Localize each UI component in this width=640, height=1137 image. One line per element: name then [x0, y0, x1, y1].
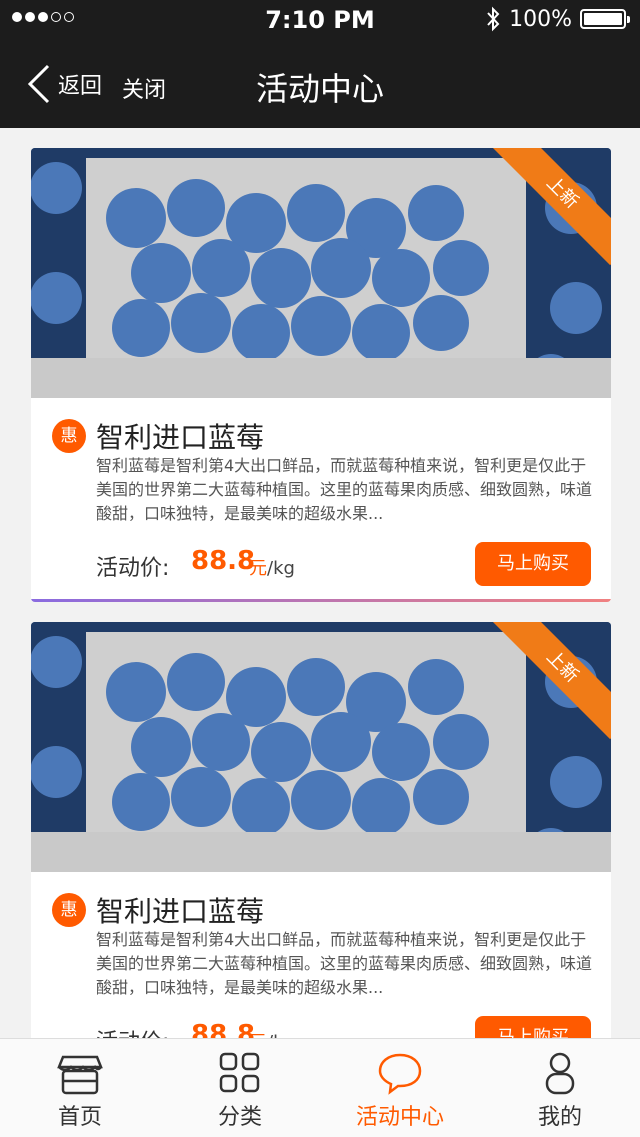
product-title: 智利进口蓝莓	[96, 421, 265, 454]
product-title: 智利进口蓝莓	[96, 895, 265, 928]
battery-icon	[580, 9, 630, 29]
tab-label: 活动中心	[355, 1105, 444, 1130]
tab-label: 首页	[57, 1105, 102, 1130]
tab-mine[interactable]: 我的	[480, 1039, 640, 1137]
battery-percent: 100%	[509, 6, 572, 32]
status-bar: 7:10 PM 100%	[0, 0, 640, 40]
product-card[interactable]: 上新 惠 智利进口蓝莓 智利蓝莓是智利第4大出口鲜品，而就蓝莓种植来说，智利更是…	[31, 622, 611, 1076]
product-description: 智利蓝莓是智利第4大出口鲜品，而就蓝莓种植来说，智利更是仅此于美国的世界第二大蓝…	[96, 456, 593, 523]
tab-label: 我的	[537, 1105, 582, 1130]
product-description: 智利蓝莓是智利第4大出口鲜品，而就蓝莓种植来说，智利更是仅此于美国的世界第二大蓝…	[96, 930, 593, 997]
card-divider	[31, 599, 611, 602]
price-value: 88.8	[191, 546, 256, 576]
bluetooth-icon	[487, 6, 500, 32]
navigation-bar: 返回 关闭 活动中心	[0, 40, 640, 128]
product-image: 上新	[31, 622, 611, 872]
tab-activity-center[interactable]: 活动中心	[320, 1039, 480, 1137]
tab-category[interactable]: 分类	[160, 1039, 320, 1137]
product-card[interactable]: 上新 惠 智利进口蓝莓 智利蓝莓是智利第4大出口鲜品，而就蓝莓种植来说，智利更是…	[31, 148, 611, 602]
store-icon	[57, 1055, 103, 1095]
discount-badge: 惠	[52, 893, 86, 927]
price-per-unit: /kg	[267, 558, 295, 579]
person-icon	[545, 1052, 575, 1095]
tab-label: 分类	[217, 1105, 262, 1130]
chat-bubble-icon	[378, 1053, 422, 1095]
product-image: 上新	[31, 148, 611, 398]
page-title: 活动中心	[255, 70, 384, 108]
price-label: 活动价:	[96, 556, 170, 581]
status-right: 100%	[485, 6, 630, 32]
tab-home[interactable]: 首页	[0, 1039, 160, 1137]
grid-icon	[219, 1052, 260, 1093]
price-currency: 元	[249, 558, 267, 579]
discount-badge: 惠	[52, 419, 86, 453]
price-unit: 元/kg	[249, 554, 295, 580]
tab-bar: 首页 分类 活动中心 我的	[0, 1038, 640, 1137]
buy-now-button[interactable]: 马上购买	[475, 542, 591, 586]
